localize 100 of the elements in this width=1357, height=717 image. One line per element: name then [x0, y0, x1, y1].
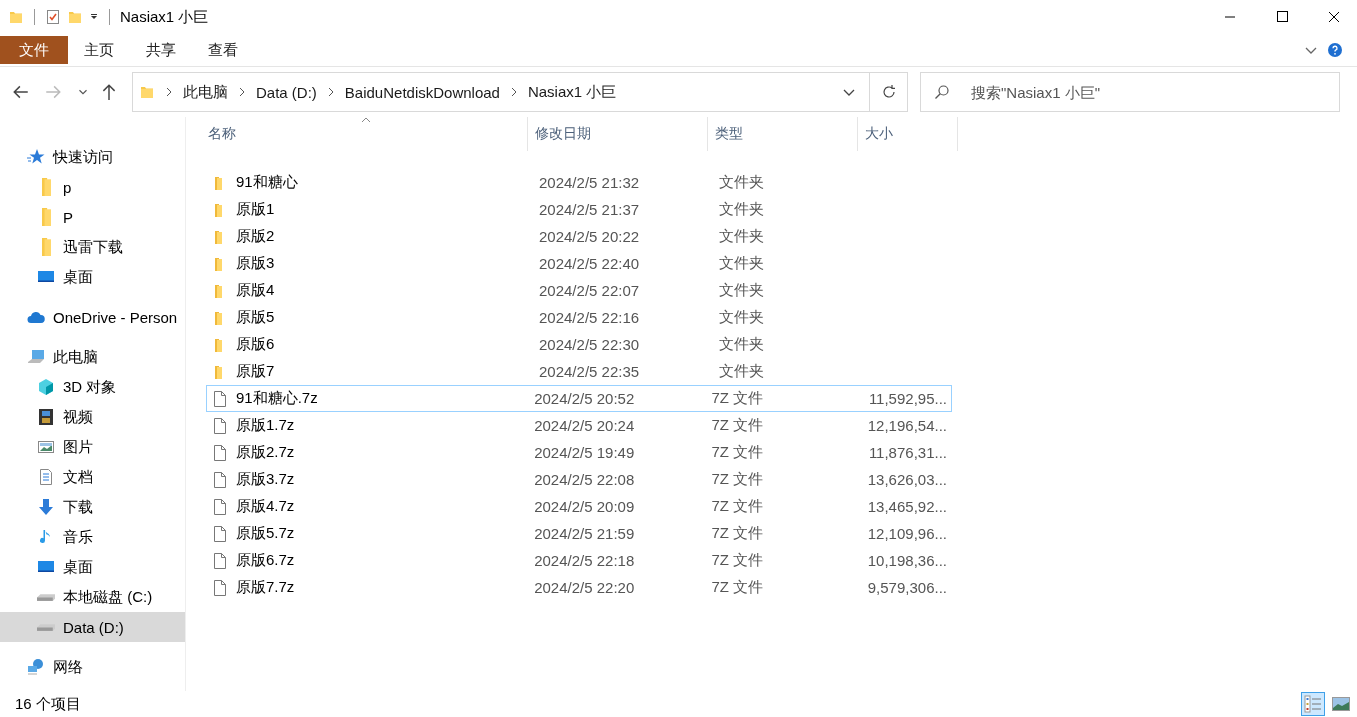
file-row[interactable]: 原版5 2024/2/5 22:16 文件夹 [206, 304, 952, 331]
file-icon [212, 417, 228, 434]
file-icon [212, 552, 228, 569]
refresh-button[interactable] [870, 72, 908, 112]
type-cell-text: 文件夹 [718, 335, 765, 354]
breadcrumb-item[interactable]: Data (D:) [256, 83, 317, 101]
file-row[interactable]: 原版4.7z 2024/2/5 20:09 7Z 文件 13,465,92... [206, 493, 952, 520]
chevron-right-icon[interactable] [326, 86, 335, 98]
file-name: 原版5.7z [236, 524, 295, 543]
details-view-button[interactable] [1301, 692, 1325, 716]
file-row[interactable]: 91和糖心.7z 2024/2/5 20:52 7Z 文件 11,592,95... [206, 385, 952, 412]
size-cell-text: 13,626,03... [866, 471, 948, 488]
file-row[interactable]: 原版7.7z 2024/2/5 22:20 7Z 文件 9,579,306... [206, 574, 952, 601]
date-cell-text: 2024/2/5 22:08 [533, 471, 636, 488]
file-row[interactable]: 原版7 2024/2/5 22:35 文件夹 [206, 358, 952, 385]
sidebar-item[interactable]: 迅雷下载 [0, 232, 185, 262]
file-row[interactable]: 91和糖心 2024/2/5 21:32 文件夹 [206, 169, 952, 196]
type-cell-text: 7Z 文件 [710, 551, 765, 570]
date-cell-text: 2024/2/5 20:52 [533, 390, 636, 407]
file-name: 原版2.7z [236, 443, 295, 462]
file-icon [212, 579, 228, 596]
sidebar-item[interactable]: 文档 [0, 462, 185, 492]
column-header[interactable]: 大小 [858, 117, 958, 151]
sidebar-item[interactable]: 桌面 [0, 552, 185, 582]
sidebar-item[interactable]: P [0, 202, 185, 232]
type-cell-text: 文件夹 [718, 281, 765, 300]
chevron-right-icon[interactable] [509, 86, 518, 98]
size-cell-text: 9,579,306... [866, 579, 948, 596]
date-cell-text: 2024/2/5 20:22 [538, 228, 641, 245]
sidebar-label: OneDrive - Person [53, 308, 178, 326]
address-bar[interactable]: 此电脑 Data (D:) BaiduNetdiskDownload Nasiax1 小巨 [132, 72, 870, 112]
sidebar-item[interactable]: 网络 [0, 652, 185, 682]
sidebar-item[interactable]: 下载 [0, 492, 185, 522]
ribbon-tab[interactable]: 主页 [68, 36, 130, 64]
file-name: 原版4.7z [236, 497, 295, 516]
date-cell-text: 2024/2/5 20:24 [533, 417, 636, 434]
sidebar-label: 本地磁盘 (C:) [63, 587, 153, 607]
sidebar-item[interactable]: 3D 对象 [0, 372, 185, 402]
breadcrumb-item[interactable]: BaiduNetdiskDownload [344, 83, 500, 101]
sidebar-item[interactable]: p [0, 172, 185, 202]
file-name: 原版7 [236, 362, 275, 381]
search-field[interactable]: 搜索"Nasiax1 小巨" [920, 72, 1340, 112]
file-row[interactable]: 原版3 2024/2/5 22:40 文件夹 [206, 250, 952, 277]
pc-icon [27, 348, 45, 366]
file-row[interactable]: 原版2 2024/2/5 20:22 文件夹 [206, 223, 952, 250]
type-cell-text: 文件夹 [718, 200, 765, 219]
file-name: 原版5 [236, 308, 275, 327]
sidebar-item[interactable]: OneDrive - Person [0, 302, 185, 332]
file-row[interactable]: 原版4 2024/2/5 22:07 文件夹 [206, 277, 952, 304]
ribbon-tab[interactable]: 共享 [130, 36, 192, 64]
file-row[interactable]: 原版5.7z 2024/2/5 21:59 7Z 文件 12,109,96... [206, 520, 952, 547]
file-row[interactable]: 原版1.7z 2024/2/5 20:24 7Z 文件 12,196,54... [206, 412, 952, 439]
sidebar-item[interactable]: 视频 [0, 402, 185, 432]
sidebar-label: 视频 [63, 407, 93, 427]
file-name: 原版7.7z [236, 578, 295, 597]
column-header[interactable]: 类型 [708, 117, 858, 151]
sidebar-item[interactable]: 音乐 [0, 522, 185, 552]
size-cell-text: 13,465,92... [866, 498, 948, 515]
sidebar-label: 此电脑 [53, 347, 98, 367]
breadcrumb-item[interactable]: Nasiax1 小巨 [527, 82, 617, 102]
date-cell-text: 2024/2/5 21:37 [538, 201, 641, 218]
network-icon [27, 658, 45, 676]
date-cell-text: 2024/2/5 20:09 [533, 498, 636, 515]
type-cell-text: 文件夹 [718, 308, 765, 327]
breadcrumb-item[interactable]: 此电脑 [183, 82, 228, 102]
file-row[interactable]: 原版6.7z 2024/2/5 22:18 7Z 文件 10,198,36... [206, 547, 952, 574]
ribbon-tab[interactable]: 查看 [192, 36, 254, 64]
chevron-right-icon[interactable] [238, 86, 246, 98]
sidebar-label: 3D 对象 [63, 377, 117, 397]
star-icon [27, 148, 45, 166]
up-arrow-icon[interactable] [100, 83, 118, 101]
column-header[interactable]: 修改日期 [528, 117, 708, 151]
help-icon[interactable] [1327, 42, 1343, 58]
search-icon [934, 84, 950, 100]
file-row[interactable]: 原版3.7z 2024/2/5 22:08 7Z 文件 13,626,03... [206, 466, 952, 493]
sidebar-label: 音乐 [63, 527, 93, 547]
chevron-right-icon[interactable] [165, 86, 173, 98]
sidebar-item[interactable]: 本地磁盘 (C:) [0, 582, 185, 612]
sort-caret-icon [361, 117, 371, 123]
sidebar-item[interactable]: 图片 [0, 432, 185, 462]
sidebar-item[interactable]: 桌面 [0, 262, 185, 292]
file-row[interactable]: 原版1 2024/2/5 21:37 文件夹 [206, 196, 952, 223]
file-row[interactable]: 原版2.7z 2024/2/5 19:49 7Z 文件 11,876,31... [206, 439, 952, 466]
file-row[interactable]: 原版6 2024/2/5 22:30 文件夹 [206, 331, 952, 358]
sidebar-label: 图片 [63, 437, 93, 457]
size-cell-text: 12,109,96... [866, 525, 948, 542]
sidebar-item[interactable]: 此电脑 [0, 342, 185, 372]
download-icon [37, 498, 55, 516]
column-header[interactable]: 名称 [208, 117, 528, 151]
sidebar-item[interactable]: Data (D:) [0, 612, 185, 642]
dropdown-caret-icon[interactable] [89, 12, 99, 22]
date-cell-text: 2024/2/5 22:30 [538, 336, 641, 353]
folder-icon [139, 84, 155, 100]
file-name: 原版6.7z [236, 551, 295, 570]
sidebar-item[interactable]: 快速访问 [0, 142, 185, 172]
back-arrow-icon[interactable] [12, 83, 30, 101]
date-cell-text: 2024/2/5 22:16 [538, 309, 641, 326]
type-cell-text: 7Z 文件 [710, 524, 765, 543]
checklist-icon[interactable] [45, 9, 61, 25]
size-cell-text: 11,876,31... [867, 444, 948, 461]
